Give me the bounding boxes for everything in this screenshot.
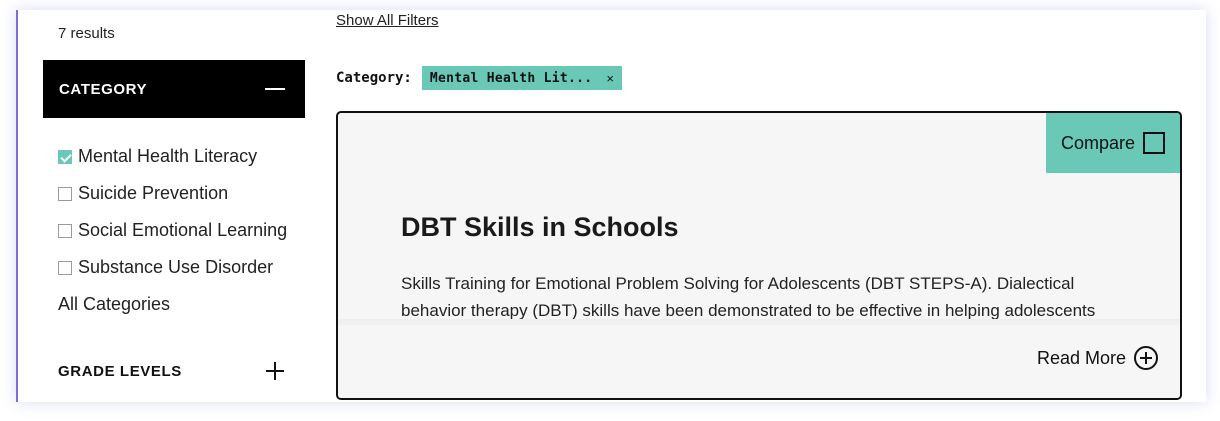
active-filter-chip[interactable]: Mental Health Lit... × (421, 66, 622, 90)
grade-levels-filter-header[interactable]: GRADE LEVELS (58, 362, 284, 380)
card-description: Skills Training for Emotional Problem So… (401, 274, 1096, 320)
plus-icon (266, 362, 284, 380)
read-more-label: Read More (1036, 347, 1126, 368)
read-more-button[interactable]: Read More (1037, 346, 1158, 370)
circle-plus-icon (1134, 346, 1158, 370)
all-categories-link[interactable]: All Categories (58, 286, 287, 323)
checkbox-checked[interactable] (58, 149, 72, 164)
category-filter-title: CATEGORY (59, 80, 148, 98)
category-list: Mental Health Literacy Suicide Preventio… (58, 138, 287, 323)
category-item-social-emotional-learning[interactable]: Social Emotional Learning (58, 212, 287, 249)
close-icon[interactable]: × (606, 71, 614, 86)
compare-toggle[interactable]: Compare (1046, 113, 1180, 173)
resource-card: Compare DBT Skills in Schools Skills Tra… (336, 111, 1182, 400)
category-item-substance-use-disorder[interactable]: Substance Use Disorder (58, 249, 287, 286)
category-item-label: Substance Use Disorder (78, 257, 274, 277)
checkbox[interactable] (58, 260, 72, 275)
page-frame: 7 results CATEGORY Mental Health Literac… (16, 10, 1206, 402)
show-all-filters-link[interactable]: Show All Filters (336, 12, 439, 29)
compare-checkbox[interactable] (1143, 132, 1166, 154)
category-item-label: Social Emotional Learning (78, 220, 288, 240)
category-item-mental-health-literacy[interactable]: Mental Health Literacy (58, 138, 287, 175)
grade-levels-filter-title: GRADE LEVELS (58, 362, 182, 380)
checkbox[interactable] (58, 186, 72, 201)
checkbox[interactable] (58, 223, 72, 238)
category-item-label: Mental Health Literacy (78, 146, 258, 166)
results-count: 7 results (58, 25, 115, 42)
category-filter-header[interactable]: CATEGORY (43, 60, 305, 118)
active-filters: Category: Mental Health Lit... × (336, 66, 622, 90)
card-title[interactable]: DBT Skills in Schools (401, 212, 679, 243)
category-item-label: Suicide Prevention (78, 183, 229, 203)
minus-icon (265, 88, 285, 90)
frame-left-border (16, 10, 18, 402)
compare-label: Compare (1060, 132, 1136, 153)
filter-chip-label: Mental Health Lit... (429, 70, 593, 86)
category-item-suicide-prevention[interactable]: Suicide Prevention (58, 175, 287, 212)
active-filter-label: Category: (336, 70, 412, 86)
